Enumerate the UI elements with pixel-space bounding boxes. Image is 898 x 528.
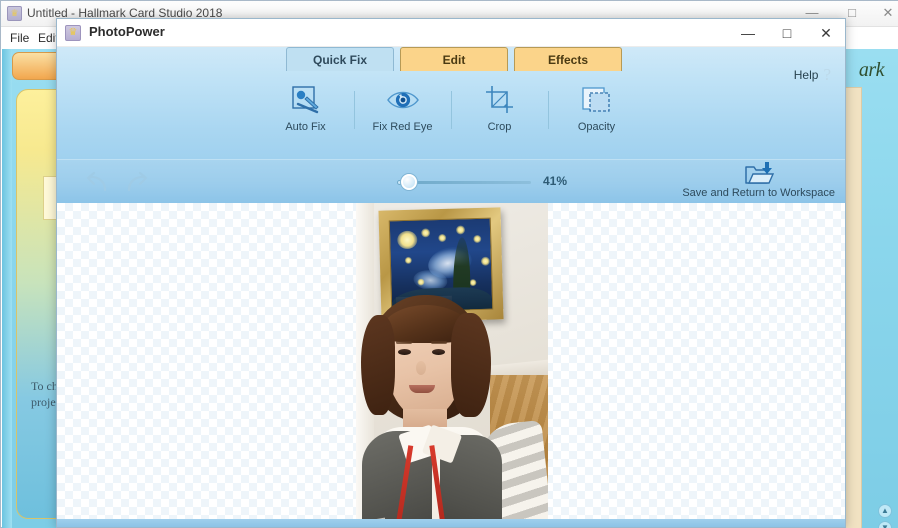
hallmark-logo: ark: [858, 59, 885, 81]
photopower-close-button[interactable]: ✕: [806, 19, 845, 46]
eye-left: [398, 349, 411, 355]
moon: [397, 230, 418, 250]
tool-opacity[interactable]: Opacity: [549, 77, 645, 133]
redo-arrow-icon[interactable]: [121, 168, 151, 196]
star: [455, 225, 466, 235]
eyebrow-right: [431, 341, 447, 344]
background-left-rail: [2, 49, 12, 528]
eyebrow-left: [396, 341, 412, 344]
mouth: [409, 385, 435, 393]
photopower-toolbar-band: Quick Fix Edit Effects Help ? Auto Fix F…: [57, 47, 845, 159]
tool-opacity-label: Opacity: [577, 121, 616, 133]
tool-auto-fix[interactable]: Auto Fix: [258, 77, 354, 133]
scroll-up-button[interactable]: ▲: [878, 504, 892, 518]
menu-file[interactable]: File: [5, 30, 34, 46]
tool-fix-red-eye-label: Fix Red Eye: [372, 121, 433, 133]
tool-auto-fix-label: Auto Fix: [285, 121, 326, 133]
photo-image[interactable]: [356, 203, 548, 527]
star: [420, 228, 431, 238]
photopower-dialog: ♛ PhotoPower — □ ✕ Quick Fix Edit Effect…: [56, 18, 846, 528]
folder-download-icon: [744, 162, 774, 186]
photo-canvas[interactable]: [57, 203, 845, 527]
screen: ♛ Untitled - Hallmark Card Studio 2018 —…: [0, 0, 898, 528]
tool-crop-label: Crop: [487, 121, 512, 133]
star: [404, 256, 412, 265]
crop-icon: [483, 85, 517, 115]
photopower-bottom-bar: 41% Save and Return to Workspace: [57, 159, 845, 203]
hair-left: [361, 315, 395, 415]
tab-effects[interactable]: Effects: [514, 47, 622, 71]
photopower-bottom-strip: [57, 519, 845, 527]
zoom-percentage-label: 41%: [543, 174, 568, 188]
hallmark-crown-icon: ♛: [7, 6, 22, 21]
save-and-return-label: Save and Return to Workspace: [682, 187, 835, 199]
zoom-slider-handle[interactable]: [401, 174, 417, 190]
eye-right: [432, 349, 445, 355]
undo-arrow-icon[interactable]: [83, 168, 113, 196]
eye-icon: [386, 85, 420, 115]
quick-fix-tool-row: Auto Fix Fix Red Eye Crop Opacity: [57, 77, 845, 155]
star: [438, 233, 447, 243]
opacity-squares-icon: [580, 85, 614, 115]
zoom-slider-track[interactable]: [403, 181, 531, 184]
star: [469, 279, 477, 287]
person-selfie: [356, 295, 548, 527]
tab-strip: Quick Fix Edit Effects: [286, 47, 622, 71]
photopower-titlebar: ♛ PhotoPower — □ ✕: [57, 19, 845, 47]
magic-wand-icon: [289, 85, 323, 115]
background-close-button[interactable]: ✕: [873, 1, 898, 23]
photopower-minimize-button[interactable]: —: [728, 19, 768, 46]
hair-right: [451, 313, 491, 417]
photopower-maximize-button[interactable]: □: [767, 19, 807, 46]
photopower-title: PhotoPower: [89, 24, 165, 39]
zoom-slider[interactable]: 41%: [397, 173, 577, 191]
tool-crop[interactable]: Crop: [452, 77, 548, 133]
save-and-return-button[interactable]: Save and Return to Workspace: [682, 162, 835, 199]
tab-quick-fix[interactable]: Quick Fix: [286, 47, 394, 71]
tab-edit[interactable]: Edit: [400, 47, 508, 71]
tool-fix-red-eye[interactable]: Fix Red Eye: [355, 77, 451, 133]
nose: [416, 361, 426, 375]
star: [473, 234, 482, 244]
scroll-down-button[interactable]: ▼: [878, 521, 892, 528]
star: [480, 256, 491, 266]
hallmark-crown-icon: ♛: [65, 25, 81, 41]
